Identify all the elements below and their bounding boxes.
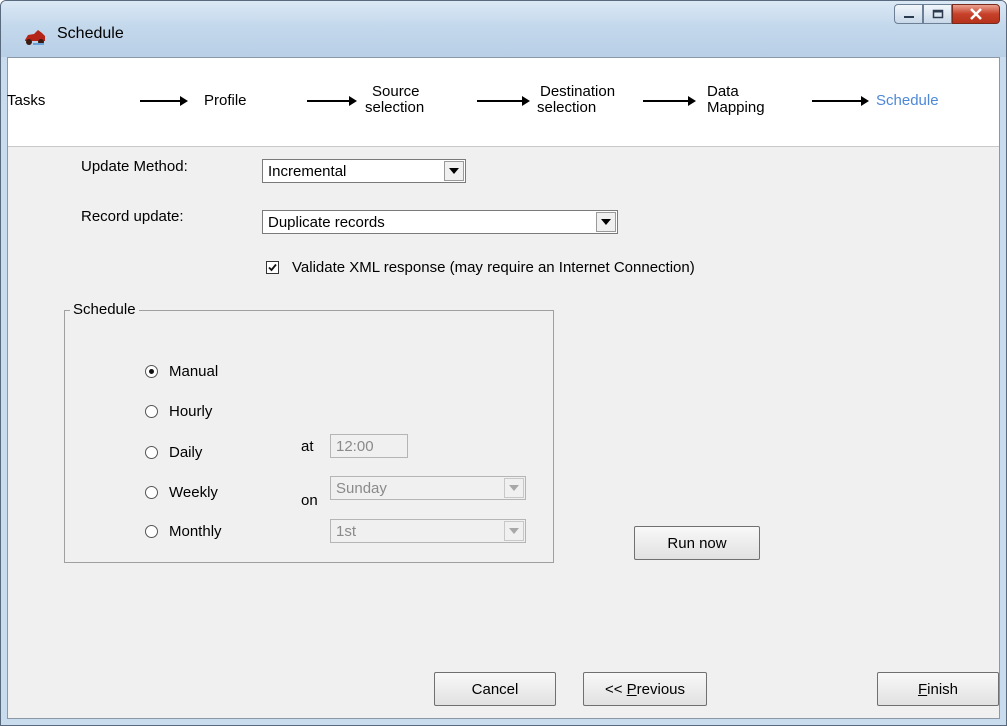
step-label-line2: selection <box>365 99 425 116</box>
wizard-step-schedule[interactable]: Schedule <box>876 93 939 109</box>
record-update-value: Duplicate records <box>268 214 385 231</box>
wizard-step-data-mapping[interactable]: Data Mapping <box>707 84 765 116</box>
schedule-group-title: Schedule <box>70 301 139 318</box>
step-label: Tasks <box>7 92 46 109</box>
wizard-steps: Tasks Profile Source selection Destinati… <box>7 58 999 147</box>
step-label-line2: selection <box>537 99 597 116</box>
update-method-value: Incremental <box>268 163 347 180</box>
record-update-label: Record update: <box>81 208 184 225</box>
record-update-select[interactable]: Duplicate records <box>262 210 618 234</box>
on-label: on <box>301 492 318 509</box>
finish-mnemonic: F <box>917 680 928 698</box>
wizard-step-tasks[interactable]: Tasks <box>7 93 45 109</box>
radio-hourly[interactable] <box>145 405 158 418</box>
radio-weekly-label[interactable]: Weekly <box>169 484 218 501</box>
step-label-line2: Mapping <box>707 99 765 116</box>
window-title: Schedule <box>57 25 124 42</box>
step-arrow-icon <box>643 96 696 106</box>
wizard-step-profile[interactable]: Profile <box>204 93 247 109</box>
update-method-select[interactable]: Incremental <box>262 159 466 183</box>
radio-daily[interactable] <box>145 446 158 459</box>
step-label-line1: Destination <box>540 83 616 100</box>
cancel-label: Cancel <box>471 680 519 698</box>
month-day-select[interactable]: 1st <box>330 519 526 543</box>
step-label-line1: Data <box>707 83 739 100</box>
step-label: Profile <box>204 92 247 109</box>
previous-rest: revious <box>636 680 686 698</box>
at-label: at <box>301 438 314 455</box>
radio-daily-label[interactable]: Daily <box>169 444 202 461</box>
chevron-down-icon <box>509 528 519 534</box>
run-now-button[interactable]: Run now <box>634 526 760 560</box>
radio-monthly[interactable] <box>145 525 158 538</box>
validate-xml-checkbox[interactable] <box>266 261 279 274</box>
wizard-step-destination-selection[interactable]: Destination selection <box>537 84 615 116</box>
dropdown-button[interactable] <box>596 212 616 232</box>
finish-label: Finish <box>918 681 958 698</box>
previous-label: << Previous <box>605 681 685 698</box>
weekday-select[interactable]: Sunday <box>330 476 526 500</box>
title-bar[interactable]: Schedule <box>1 1 1006 57</box>
maximize-icon <box>932 9 943 19</box>
step-arrow-icon <box>477 96 530 106</box>
time-value: 12:00 <box>336 438 374 455</box>
finish-rest: inish <box>927 680 959 698</box>
step-arrow-icon <box>812 96 869 106</box>
step-label: Schedule <box>876 92 939 109</box>
chevron-down-icon <box>601 219 611 225</box>
radio-manual-label[interactable]: Manual <box>169 363 218 380</box>
step-arrow-icon <box>140 96 188 106</box>
chevron-down-icon <box>509 485 519 491</box>
previous-prefix: << <box>604 680 627 698</box>
weekday-value: Sunday <box>336 480 387 497</box>
close-icon <box>970 8 982 20</box>
finish-button[interactable]: Finish <box>877 672 999 706</box>
update-method-label: Update Method: <box>81 158 188 175</box>
app-car-icon <box>25 30 45 45</box>
run-now-label: Run now <box>667 534 727 552</box>
close-button[interactable] <box>952 4 1000 24</box>
month-day-value: 1st <box>336 523 357 540</box>
client-area: Tasks Profile Source selection Destinati… <box>7 57 1000 719</box>
checkmark-icon <box>268 263 277 272</box>
radio-monthly-label[interactable]: Monthly <box>169 523 222 540</box>
dropdown-button[interactable] <box>504 478 524 498</box>
maximize-button[interactable] <box>923 4 952 24</box>
previous-mnemonic: P <box>626 680 637 698</box>
radio-weekly[interactable] <box>145 486 158 499</box>
wizard-step-source-selection[interactable]: Source selection <box>365 84 424 116</box>
radio-manual[interactable] <box>145 365 158 378</box>
validate-xml-label[interactable]: Validate XML response (may require an In… <box>292 259 695 276</box>
time-input[interactable]: 12:00 <box>330 434 408 458</box>
dropdown-button[interactable] <box>444 161 464 181</box>
previous-button[interactable]: << Previous <box>583 672 707 706</box>
minimize-button[interactable] <box>894 4 923 24</box>
dropdown-button[interactable] <box>504 521 524 541</box>
step-arrow-icon <box>307 96 357 106</box>
step-label-line1: Source <box>372 83 420 100</box>
window-controls <box>894 4 1000 26</box>
cancel-button[interactable]: Cancel <box>434 672 556 706</box>
minimize-icon <box>903 16 914 18</box>
chevron-down-icon <box>449 168 459 174</box>
schedule-window: Schedule Tasks Profile Source selection <box>0 0 1007 726</box>
radio-hourly-label[interactable]: Hourly <box>169 403 212 420</box>
